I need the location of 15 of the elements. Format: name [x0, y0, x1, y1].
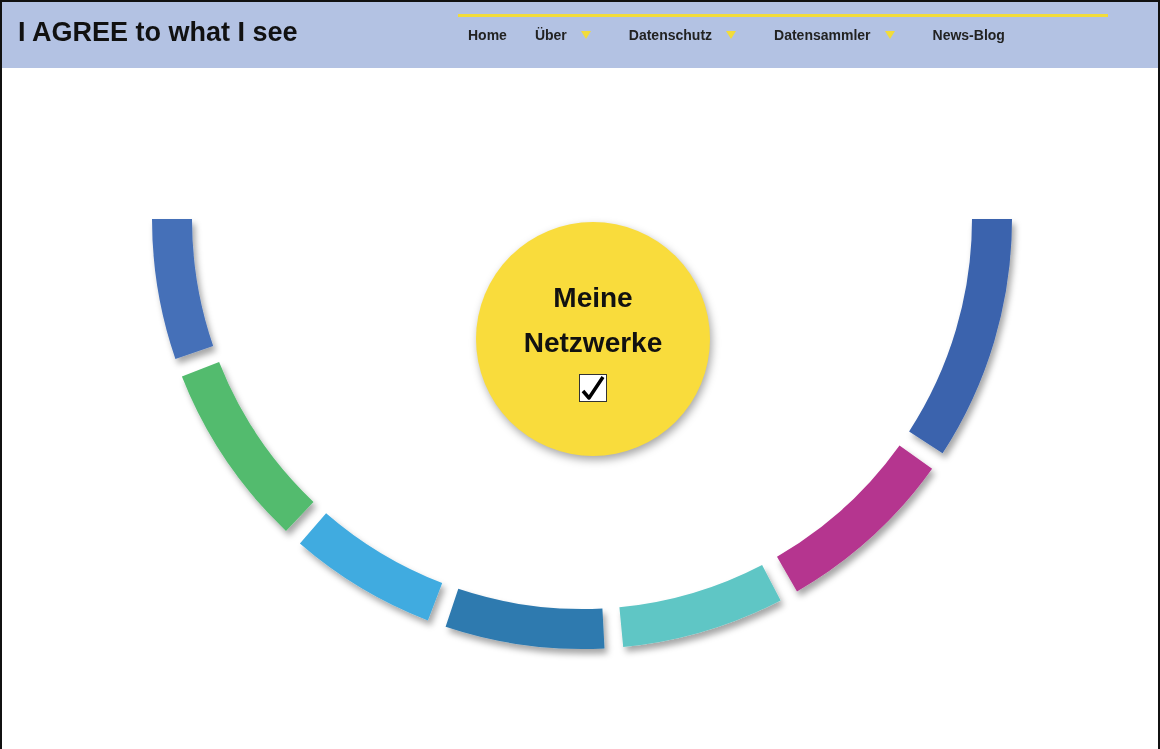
checkbox[interactable]	[579, 373, 607, 402]
nav-link[interactable]: Über	[534, 26, 567, 43]
nav-link[interactable]: Datensammler	[774, 26, 871, 43]
ring-segment[interactable]	[445, 588, 605, 649]
nav-link[interactable]: Datenschutz	[628, 26, 713, 43]
ring-segment[interactable]	[181, 361, 314, 531]
site-title: I AGREE to what I see	[18, 16, 299, 48]
ring-segment[interactable]	[152, 219, 214, 359]
ring-segment[interactable]	[777, 445, 933, 592]
ring-segment[interactable]	[299, 513, 443, 621]
ring-segment[interactable]	[909, 219, 1012, 454]
nav-link[interactable]: News-Blog	[932, 26, 1005, 43]
circle-title: Meine Netzwerke	[522, 281, 664, 360]
nav-link[interactable]: Home	[468, 26, 507, 43]
network-circle[interactable]: Meine Netzwerke	[476, 222, 710, 456]
